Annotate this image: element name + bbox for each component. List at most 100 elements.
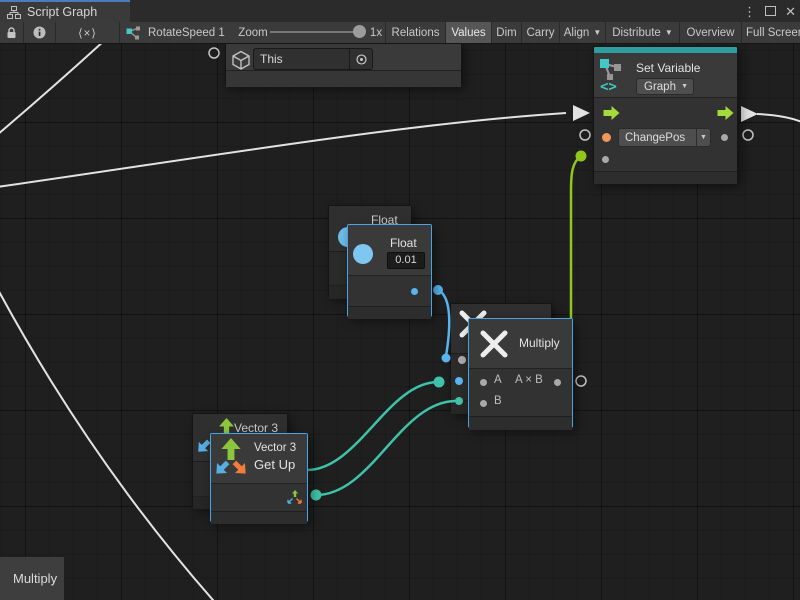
dim-label: Dim bbox=[496, 27, 516, 39]
variable-name-port[interactable] bbox=[602, 133, 611, 142]
graph-name: RotateSpeed 1 bbox=[148, 27, 225, 39]
menu-icon[interactable]: ⋮ bbox=[743, 5, 756, 18]
output-port[interactable] bbox=[554, 379, 561, 386]
overview-label: Overview bbox=[687, 27, 735, 39]
values-label: Values bbox=[451, 27, 485, 39]
graph-icon bbox=[126, 26, 142, 40]
fullscreen-label: Full Screen bbox=[746, 27, 800, 39]
dropdown-caret-icon: ▼ bbox=[696, 128, 711, 147]
relations-label: Relations bbox=[392, 27, 440, 39]
node-title: Multiply bbox=[519, 336, 560, 350]
carry-label: Carry bbox=[526, 27, 554, 39]
cube-icon bbox=[231, 50, 251, 70]
graph-breadcrumb[interactable]: RotateSpeed 1 bbox=[120, 22, 238, 43]
fullscreen-button[interactable]: Full Screen bbox=[742, 22, 800, 43]
input-value-port[interactable] bbox=[602, 156, 609, 163]
variable-scope-dropdown[interactable]: Graph ▼ bbox=[636, 78, 694, 95]
node-body bbox=[211, 483, 307, 512]
node-title: Set Variable bbox=[636, 61, 700, 75]
node-header: Multiply bbox=[469, 319, 572, 368]
vector3-get-up-node[interactable]: Vector 3 Get Up bbox=[210, 433, 308, 522]
node-header: <> Set Variable Graph ▼ bbox=[594, 53, 737, 97]
float-node[interactable]: Float 0.01 bbox=[347, 224, 432, 317]
node-footer bbox=[348, 306, 431, 319]
zoom-label: Zoom bbox=[236, 22, 270, 43]
node-header: Vector 3 Get Up bbox=[211, 434, 307, 483]
input-port[interactable] bbox=[458, 356, 466, 364]
code-glyph: <> bbox=[600, 79, 617, 94]
distribute-caret-icon: ▼ bbox=[665, 28, 673, 37]
arrow-down-right-icon bbox=[229, 457, 252, 480]
maximize-icon[interactable] bbox=[765, 6, 776, 16]
game-object-field[interactable]: This bbox=[253, 48, 373, 70]
multiply-tooltip: Multiply bbox=[0, 557, 64, 600]
window-controls: ⋮ ✕ bbox=[743, 0, 796, 22]
code-view-glyph: ⟨×⟩ bbox=[78, 26, 97, 40]
set-variable-icon: <> bbox=[599, 58, 627, 94]
flow-output-port[interactable] bbox=[717, 106, 734, 120]
dropdown-caret-icon: ▼ bbox=[681, 83, 688, 90]
node-footer bbox=[211, 511, 307, 524]
lock-button[interactable] bbox=[0, 22, 23, 43]
node-title: Vector 3 bbox=[254, 442, 296, 454]
multiply-icon bbox=[478, 328, 510, 360]
tab-bar: Script Graph ⋮ ✕ bbox=[0, 0, 800, 22]
float-icon bbox=[352, 243, 374, 265]
node-body bbox=[348, 275, 431, 307]
node-footer bbox=[469, 416, 572, 430]
graph-toolbar: ⟨×⟩ RotateSpeed 1 Zoom 1x Relations Valu… bbox=[0, 22, 800, 44]
code-view-button[interactable]: ⟨×⟩ bbox=[56, 22, 119, 43]
node-title: Float bbox=[390, 236, 417, 250]
node-footer bbox=[594, 171, 737, 184]
overview-button[interactable]: Overview bbox=[680, 22, 741, 43]
distribute-label: Distribute bbox=[612, 27, 661, 39]
align-caret-icon: ▼ bbox=[593, 28, 601, 37]
variable-name-value: ChangePos bbox=[618, 128, 696, 147]
graph-canvas[interactable]: Float Vector 3 bbox=[0, 44, 800, 600]
node-body: A A × B B bbox=[469, 368, 572, 417]
distribute-button[interactable]: Distribute ▼ bbox=[606, 22, 679, 43]
float-output-port[interactable] bbox=[411, 288, 418, 295]
unity-visual-scripting-window: Script Graph ⋮ ✕ ⟨×⟩ bbox=[0, 0, 800, 600]
close-icon[interactable]: ✕ bbox=[785, 5, 796, 18]
tab-label: Script Graph bbox=[27, 5, 97, 19]
variable-name-dropdown[interactable]: ChangePos ▼ bbox=[618, 128, 711, 147]
input-port-connected-blue[interactable] bbox=[455, 377, 463, 385]
dim-button[interactable]: Dim bbox=[492, 22, 521, 43]
carry-button[interactable]: Carry bbox=[522, 22, 559, 43]
script-graph-icon bbox=[7, 6, 21, 19]
info-button[interactable] bbox=[24, 22, 55, 43]
zoom-value: 1x bbox=[366, 22, 386, 43]
multiply-node[interactable]: Multiply A A × B B bbox=[468, 318, 573, 428]
port-label-a: A bbox=[494, 374, 502, 386]
float-value-field[interactable]: 0.01 bbox=[387, 252, 425, 269]
align-button[interactable]: Align▼ bbox=[560, 22, 605, 43]
output-value-port[interactable] bbox=[721, 134, 728, 141]
zoom-slider-track[interactable] bbox=[270, 31, 356, 33]
values-button[interactable]: Values bbox=[446, 22, 491, 43]
set-variable-node[interactable]: <> Set Variable Graph ▼ ChangePos ▼ bbox=[593, 46, 738, 183]
info-icon bbox=[33, 26, 46, 39]
port-label-result: A × B bbox=[515, 374, 543, 386]
input-port-connected-teal[interactable] bbox=[455, 397, 463, 405]
node-footer bbox=[226, 70, 461, 87]
lock-icon bbox=[6, 27, 17, 39]
align-label: Align bbox=[564, 27, 590, 39]
object-field-value: This bbox=[254, 52, 349, 66]
node-subtitle: Get Up bbox=[254, 457, 295, 472]
input-port-a[interactable] bbox=[480, 379, 487, 386]
relations-button[interactable]: Relations bbox=[386, 22, 445, 43]
port-label-b: B bbox=[494, 395, 502, 407]
tab-script-graph[interactable]: Script Graph bbox=[0, 0, 130, 22]
node-header: This bbox=[226, 44, 461, 70]
input-port-b[interactable] bbox=[480, 400, 487, 407]
flow-input-port[interactable] bbox=[603, 106, 620, 120]
node-header: Float 0.01 bbox=[348, 225, 431, 275]
node-body: ChangePos ▼ bbox=[594, 97, 737, 172]
object-picker-icon[interactable] bbox=[349, 49, 372, 69]
zoom-slider-handle[interactable] bbox=[353, 25, 366, 38]
scope-value: Graph bbox=[644, 81, 676, 93]
vector3-output-port[interactable] bbox=[287, 490, 302, 505]
tooltip-label: Multiply bbox=[13, 571, 57, 586]
this-node[interactable]: This bbox=[225, 44, 462, 86]
